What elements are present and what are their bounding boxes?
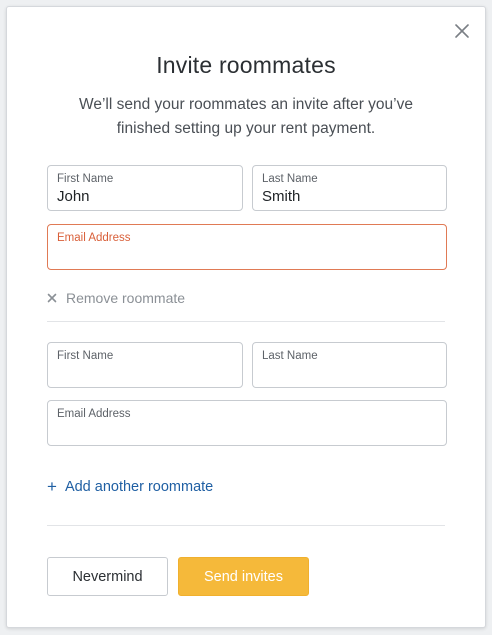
email-label: Email Address (57, 408, 131, 420)
nevermind-button[interactable]: Nevermind (47, 557, 168, 596)
remove-roommate-label: Remove roommate (66, 290, 186, 306)
roommate-1-last-name-field[interactable]: Last Name Smith (252, 165, 447, 211)
remove-roommate-button[interactable]: Remove roommate (47, 290, 185, 306)
email-label: Email Address (57, 232, 131, 244)
last-name-label: Last Name (262, 173, 318, 185)
roommate-1-first-name-field[interactable]: First Name John (47, 165, 243, 211)
add-another-roommate-label: Add another roommate (64, 479, 214, 495)
modal-subtitle: We’ll send your roommates an invite afte… (79, 96, 413, 137)
close-icon[interactable] (451, 20, 473, 42)
divider (47, 525, 445, 526)
add-another-roommate-button[interactable]: + Add another roommate (47, 477, 214, 496)
plus-icon: + (47, 477, 57, 496)
send-invites-button[interactable]: Send invites (178, 557, 309, 596)
first-name-value: John (57, 188, 90, 205)
divider (47, 321, 445, 322)
invite-roommates-modal: Invite roommates We’ll send your roommat… (6, 6, 486, 628)
first-name-label: First Name (57, 350, 114, 362)
last-name-value: Smith (262, 188, 301, 205)
modal-title: Invite roommates (156, 52, 336, 78)
close-icon (47, 293, 57, 303)
first-name-label: First Name (57, 173, 114, 185)
roommate-2-first-name-field[interactable]: First Name (47, 342, 243, 388)
roommate-2-last-name-field[interactable]: Last Name (252, 342, 447, 388)
roommate-1-email-field[interactable]: Email Address (47, 224, 447, 270)
roommate-2-email-field[interactable]: Email Address (47, 400, 447, 446)
last-name-label: Last Name (262, 350, 318, 362)
